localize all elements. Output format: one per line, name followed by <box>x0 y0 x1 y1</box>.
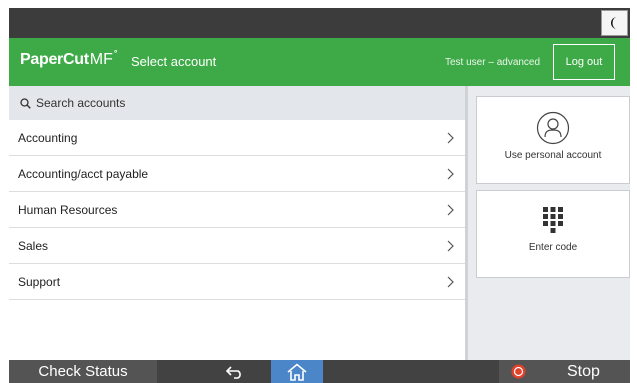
home-icon <box>287 362 307 381</box>
account-item-human-resources[interactable]: Human Resources <box>9 192 465 228</box>
chevron-right-icon <box>447 168 454 180</box>
use-personal-account-button[interactable]: Use personal account <box>476 96 630 184</box>
logo-text-bold: PaperCut <box>20 51 89 68</box>
account-item-label: Accounting/acct payable <box>18 166 149 181</box>
device-bottom-bar: Check Status Stop <box>9 360 630 383</box>
back-button[interactable] <box>205 360 265 383</box>
account-list: Accounting Accounting/acct payable Human… <box>9 120 465 300</box>
moon-icon <box>610 17 617 29</box>
stop-button[interactable]: Stop <box>499 360 630 383</box>
system-top-bar <box>9 8 630 38</box>
chevron-right-icon <box>447 132 454 144</box>
logout-button[interactable]: Log out <box>553 44 615 80</box>
account-item-label: Sales <box>18 238 49 253</box>
account-options-panel: Use personal account Enter code <box>468 86 630 360</box>
home-button[interactable] <box>271 360 323 383</box>
page-title: Select account <box>131 54 217 69</box>
logo-text-light: MF <box>89 51 113 68</box>
account-item-accounting[interactable]: Accounting <box>9 120 465 156</box>
user-icon <box>536 111 570 145</box>
search-icon <box>20 97 31 109</box>
current-user-label: Test user – advanced <box>445 57 541 68</box>
account-item-accounting-acct-payable[interactable]: Accounting/acct payable <box>9 156 465 192</box>
account-list-panel: Search accounts Accounting Accounting/ac… <box>9 86 465 360</box>
search-placeholder: Search accounts <box>36 96 126 110</box>
app-header: PaperCut MF ° Select account Test user –… <box>9 38 630 86</box>
chevron-right-icon <box>447 240 454 252</box>
chevron-right-icon <box>447 204 454 216</box>
keypad-icon <box>543 207 563 233</box>
account-item-sales[interactable]: Sales <box>9 228 465 264</box>
back-arrow-icon <box>225 365 241 379</box>
account-item-label: Support <box>18 274 61 289</box>
enter-code-button[interactable]: Enter code <box>476 190 630 278</box>
stop-label: Stop <box>567 363 600 380</box>
papercut-logo: PaperCut MF ° <box>20 48 118 69</box>
stop-icon <box>511 364 526 379</box>
check-status-button[interactable]: Check Status <box>9 360 157 383</box>
use-personal-account-label: Use personal account <box>504 150 602 161</box>
chevron-right-icon <box>447 276 454 288</box>
device-screen: PaperCut MF ° Select account Test user –… <box>9 8 630 383</box>
search-accounts-input[interactable]: Search accounts <box>9 86 465 120</box>
account-item-label: Accounting <box>18 130 78 145</box>
account-item-support[interactable]: Support <box>9 264 465 300</box>
enter-code-label: Enter code <box>528 242 578 253</box>
account-item-label: Human Resources <box>18 202 118 217</box>
night-mode-button[interactable] <box>601 10 628 36</box>
logo-mark: ° <box>113 48 118 58</box>
